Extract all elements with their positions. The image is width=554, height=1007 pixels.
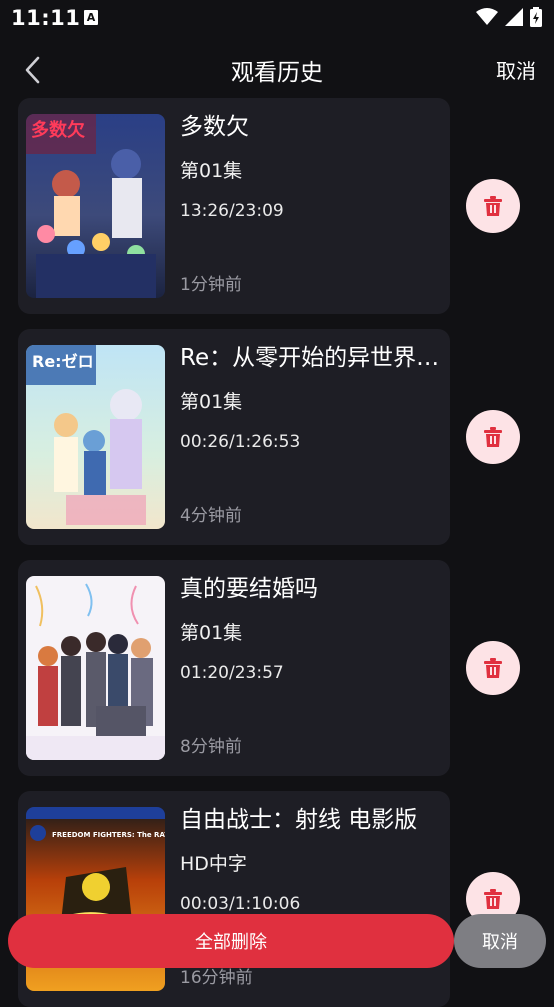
history-episode: 第01集 — [180, 391, 243, 413]
history-title: 多数欠 — [180, 114, 249, 140]
poster-caption: 多数欠 — [31, 119, 85, 141]
page-title: 观看历史 — [231, 60, 323, 86]
history-time-ago: 4分钟前 — [180, 506, 242, 526]
bottom-action-bar: 全部删除 取消 — [0, 914, 554, 970]
history-time-ago: 8分钟前 — [180, 737, 242, 757]
history-episode: HD中字 — [180, 853, 247, 875]
delete-item-button[interactable] — [466, 179, 520, 233]
poster-caption: FREEDOM FIGHTERS: The RAY — [52, 831, 165, 839]
header: 观看历史 取消 — [0, 42, 554, 96]
notification-a-icon: A — [84, 10, 98, 25]
signal-icon — [505, 8, 523, 26]
history-item: Re:ゼロ Re：从零开始的异世界生活 第01集 00:26/1:26:53 4… — [0, 329, 554, 545]
history-item: FREEDOM FIGHTERS: The RAY 自由战士：射线 电影版 HD… — [0, 791, 554, 1007]
history-card[interactable]: 真的要结婚吗 第01集 01:20/23:57 8分钟前 — [18, 560, 450, 776]
trash-icon — [484, 196, 502, 216]
history-item: 多数欠 多数欠 第01集 13:26/23:09 1分钟前 — [0, 98, 554, 314]
delete-item-button[interactable] — [466, 410, 520, 464]
delete-item-button[interactable] — [466, 641, 520, 695]
trash-icon — [484, 427, 502, 447]
history-info: 自由战士：射线 电影版 HD中字 00:03/1:10:06 — [180, 803, 442, 916]
poster-thumbnail: Re:ゼロ — [26, 345, 165, 529]
history-progress: 13:26/23:09 — [180, 201, 284, 221]
history-card[interactable]: 多数欠 多数欠 第01集 13:26/23:09 1分钟前 — [18, 98, 450, 314]
battery-icon — [530, 7, 542, 27]
history-info: 真的要结婚吗 第01集 01:20/23:57 — [180, 572, 442, 685]
history-episode: 第01集 — [180, 160, 243, 182]
trash-icon — [484, 889, 502, 909]
status-bar: 11:11 A — [0, 0, 554, 36]
history-progress: 00:03/1:10:06 — [180, 894, 301, 914]
poster-caption: Re:ゼロ — [32, 352, 94, 371]
poster-thumbnail — [26, 576, 165, 760]
history-progress: 00:26/1:26:53 — [180, 432, 301, 452]
delete-all-button[interactable]: 全部删除 — [8, 914, 454, 968]
trash-icon — [484, 658, 502, 678]
status-time: 11:11 — [11, 6, 81, 30]
history-card[interactable]: FREEDOM FIGHTERS: The RAY 自由战士：射线 电影版 HD… — [18, 791, 450, 1007]
wifi-icon — [476, 8, 498, 25]
history-episode: 第01集 — [180, 622, 243, 644]
history-info: Re：从零开始的异世界生活 第01集 00:26/1:26:53 — [180, 341, 442, 454]
header-cancel-button[interactable]: 取消 — [496, 55, 536, 84]
poster-thumbnail: 多数欠 — [26, 114, 165, 298]
history-title: 自由战士：射线 电影版 — [180, 807, 418, 833]
status-icons — [476, 7, 542, 27]
history-item: 真的要结婚吗 第01集 01:20/23:57 8分钟前 — [0, 560, 554, 776]
history-card[interactable]: Re:ゼロ Re：从零开始的异世界生活 第01集 00:26/1:26:53 4… — [18, 329, 450, 545]
history-time-ago: 1分钟前 — [180, 275, 242, 295]
bottom-cancel-button[interactable]: 取消 — [454, 914, 546, 968]
history-title: 真的要结婚吗 — [180, 576, 318, 602]
history-info: 多数欠 第01集 13:26/23:09 — [180, 110, 442, 223]
history-title: Re：从零开始的异世界生活 — [180, 345, 442, 371]
history-progress: 01:20/23:57 — [180, 663, 284, 683]
